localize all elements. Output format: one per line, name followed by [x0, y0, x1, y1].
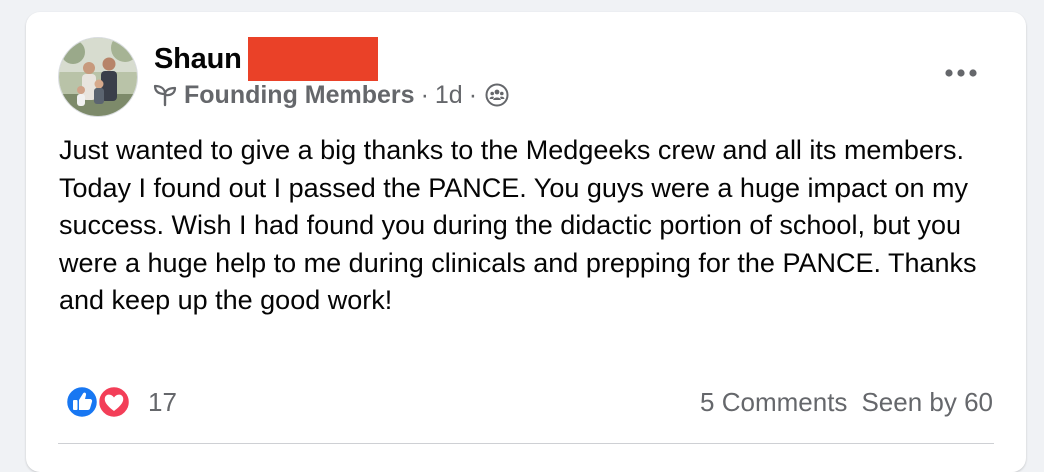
post-timestamp[interactable]: 1d	[435, 81, 463, 110]
post-meta: Founding Members · 1d ·	[152, 79, 509, 111]
group-members-icon	[485, 83, 509, 107]
redaction-box	[247, 37, 378, 81]
comments-link[interactable]: 5 Comments	[700, 387, 847, 418]
action-bar-divider	[58, 443, 994, 444]
author-name[interactable]: Shaun	[154, 43, 242, 76]
meta-separator-2: ·	[468, 80, 478, 109]
group-badge-label[interactable]: Founding Members	[184, 81, 415, 110]
author-avatar[interactable]	[58, 37, 138, 117]
author-row: Shaun	[154, 37, 378, 81]
like-icon	[64, 384, 100, 420]
post-body-text: Just wanted to give a big thanks to the …	[59, 135, 977, 315]
post-card: Shaun Founding Members · 1d · Just wante…	[26, 12, 1026, 472]
meta-separator: ·	[420, 80, 429, 109]
love-icon	[96, 384, 132, 420]
reaction-icons	[62, 384, 134, 420]
reactions-summary[interactable]: 17	[62, 384, 177, 420]
post-stats: 5 Comments Seen by 60	[700, 384, 993, 420]
family-photo-avatar-icon	[59, 38, 137, 116]
more-options-button[interactable]	[938, 56, 984, 90]
seen-by-link[interactable]: Seen by 60	[861, 387, 993, 418]
reaction-count: 17	[148, 386, 177, 417]
sprout-icon	[153, 84, 177, 107]
reaction-icons-svg	[64, 384, 132, 420]
more-options-icon	[945, 69, 977, 77]
